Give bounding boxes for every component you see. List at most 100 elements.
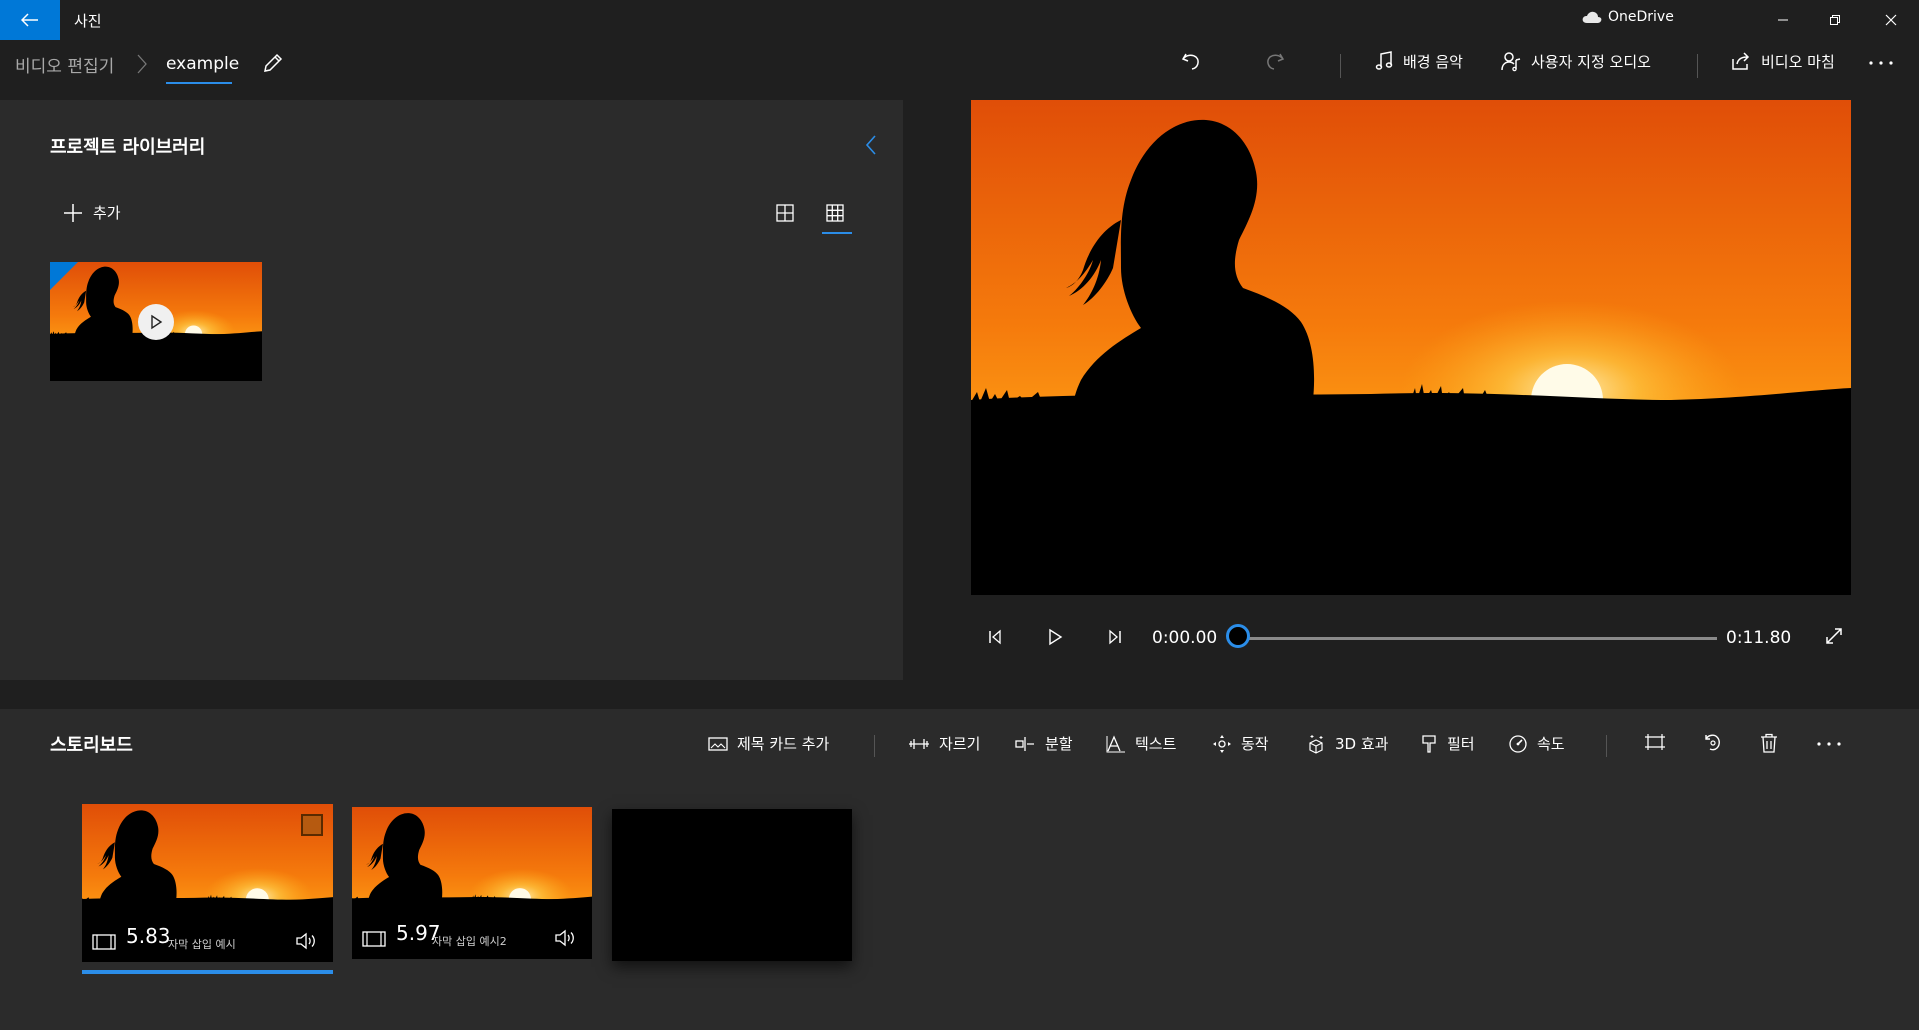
close-window-button[interactable]: [1868, 0, 1914, 40]
custom-audio-label: 사용자 지정 오디오: [1531, 52, 1651, 71]
play-button[interactable]: [1046, 628, 1064, 646]
resize-button[interactable]: [1644, 733, 1666, 751]
seek-handle[interactable]: [1226, 624, 1250, 648]
video-preview[interactable]: [971, 100, 1851, 595]
motion-label: 동작: [1241, 735, 1269, 753]
plus-icon: [63, 203, 83, 223]
library-video-thumbnail[interactable]: [50, 262, 262, 381]
trim-button[interactable]: 자르기: [908, 733, 980, 754]
restore-icon: [1829, 14, 1841, 26]
minimize-icon: [1777, 14, 1789, 26]
thumbnail-play-button[interactable]: [138, 304, 174, 340]
rotate-icon: [1702, 733, 1722, 753]
fullscreen-icon: [1824, 626, 1844, 646]
speed-label: 속도: [1537, 735, 1565, 753]
redo-button[interactable]: [1264, 50, 1286, 72]
finish-video-button[interactable]: 비디오 마침: [1730, 50, 1835, 72]
back-button[interactable]: [0, 0, 60, 40]
grid-small-icon: [776, 204, 794, 222]
filters-button[interactable]: 필터: [1420, 733, 1475, 754]
toolbar-divider: [1606, 735, 1607, 757]
toolbar-divider: [874, 735, 875, 757]
storyboard-clip[interactable]: 5.97 자막 삽입 예시2: [352, 807, 592, 959]
add-media-label: 추가: [93, 204, 121, 222]
restore-button[interactable]: [1812, 0, 1858, 40]
film-icon: [92, 934, 116, 950]
undo-button[interactable]: [1180, 50, 1202, 72]
storyboard-more-button[interactable]: [1816, 737, 1842, 751]
storyboard-title: 스토리보드: [50, 735, 133, 756]
add-title-card-label: 제목 카드 추가: [737, 735, 830, 753]
3d-effects-button[interactable]: 3D 효과: [1306, 733, 1388, 754]
onedrive-label: OneDrive: [1608, 9, 1674, 25]
step-forward-icon: [1106, 628, 1124, 646]
sunset-silhouette-image: [971, 100, 1851, 595]
3d-effects-label: 3D 효과: [1335, 735, 1389, 753]
clip-select-checkbox[interactable]: [301, 814, 323, 836]
title-card-icon: [708, 736, 728, 752]
view-selected-indicator: [822, 232, 852, 234]
seek-bar[interactable]: [1242, 637, 1717, 640]
rotate-button[interactable]: [1702, 733, 1722, 753]
storyboard-panel: 스토리보드 제목 카드 추가 자르기 분할 텍스트 동작 3D 효과 필터 속도: [0, 709, 1919, 1030]
minimize-button[interactable]: [1760, 0, 1806, 40]
speed-button[interactable]: 속도: [1508, 733, 1565, 754]
trim-icon: [908, 735, 930, 753]
undo-icon: [1180, 50, 1202, 72]
resize-icon: [1644, 733, 1666, 751]
rename-project-button[interactable]: [262, 52, 284, 74]
delete-button[interactable]: [1760, 733, 1778, 753]
back-arrow-icon: [21, 13, 39, 27]
text-icon: [1106, 734, 1126, 753]
used-in-project-marker: [50, 262, 78, 290]
text-button[interactable]: 텍스트: [1106, 733, 1176, 754]
breadcrumb-underline: [166, 82, 232, 84]
empty-clip-slot[interactable]: [612, 809, 852, 961]
more-options-button[interactable]: [1868, 54, 1894, 72]
split-label: 분할: [1045, 735, 1073, 753]
split-button[interactable]: 분할: [1014, 733, 1073, 754]
current-time: 0:00.00: [1152, 628, 1218, 648]
add-media-button[interactable]: 추가: [63, 202, 121, 223]
3d-effects-icon: [1306, 734, 1326, 754]
clip-caption: 자막 삽입 예시: [168, 938, 236, 951]
volume-icon[interactable]: [554, 929, 578, 947]
trim-label: 자르기: [939, 735, 981, 753]
add-title-card-button[interactable]: 제목 카드 추가: [708, 733, 829, 754]
onedrive-cloud-icon: [1582, 11, 1602, 23]
project-library-panel: 프로젝트 라이브러리 추가: [0, 100, 903, 680]
clip-duration: 5.83: [126, 924, 171, 948]
custom-audio-button[interactable]: 사용자 지정 오디오: [1500, 50, 1651, 72]
total-time: 0:11.80: [1726, 628, 1792, 648]
small-thumbnail-view-button[interactable]: [776, 204, 794, 222]
toolbar-divider: [1340, 54, 1341, 78]
storyboard-clip[interactable]: 5.83 자막 삽입 예시: [82, 804, 333, 962]
film-icon: [362, 931, 386, 947]
background-music-button[interactable]: 배경 음악: [1374, 50, 1463, 72]
volume-icon[interactable]: [295, 932, 319, 950]
onedrive-status[interactable]: OneDrive: [1582, 9, 1674, 25]
motion-button[interactable]: 동작: [1212, 733, 1269, 754]
large-thumbnail-view-button[interactable]: [826, 204, 844, 222]
fullscreen-button[interactable]: [1824, 626, 1844, 646]
more-icon: [1868, 54, 1894, 72]
play-icon: [149, 314, 163, 330]
step-back-icon: [986, 628, 1004, 646]
previous-frame-button[interactable]: [986, 628, 1004, 646]
filter-icon: [1420, 734, 1438, 754]
app-title: 사진: [74, 12, 102, 30]
chevron-left-icon: [864, 134, 878, 156]
breadcrumb-root[interactable]: 비디오 편집기: [15, 52, 114, 77]
collapse-library-button[interactable]: [864, 134, 878, 156]
clip-info-bar: 5.83 자막 삽입 예시: [82, 922, 333, 962]
pencil-icon: [262, 52, 284, 74]
split-icon: [1014, 735, 1036, 753]
music-note-icon: [1374, 50, 1394, 72]
breadcrumb-project[interactable]: example: [166, 54, 239, 74]
more-icon: [1816, 737, 1842, 751]
chevron-right-icon: [136, 53, 148, 75]
play-icon: [1046, 628, 1064, 646]
project-library-title: 프로젝트 라이브러리: [50, 137, 206, 158]
next-frame-button[interactable]: [1106, 628, 1124, 646]
clip-caption: 자막 삽입 예시2: [432, 935, 507, 948]
